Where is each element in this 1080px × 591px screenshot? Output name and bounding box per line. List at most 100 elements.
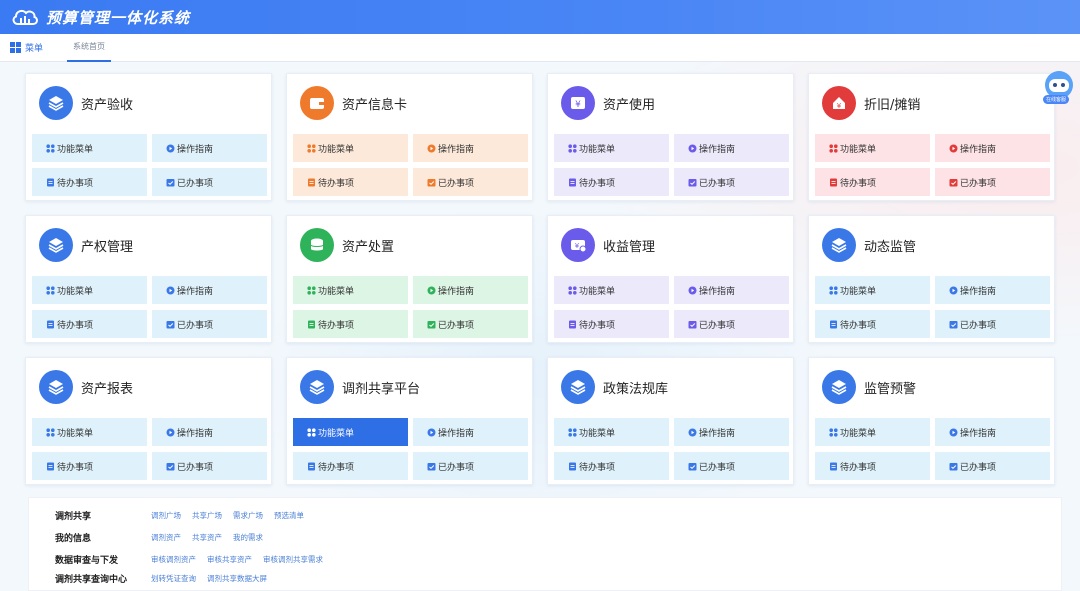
wallet-icon (300, 86, 334, 120)
done-items-button[interactable]: 已办事项 (674, 452, 789, 480)
operation-guide-button[interactable]: 操作指南 (413, 418, 528, 446)
todo-items-button[interactable]: 待办事项 (32, 168, 147, 196)
quick-link[interactable]: 需求广场 (233, 510, 263, 521)
function-menu-button[interactable]: 功能菜单 (554, 134, 669, 162)
module-card-header[interactable]: 资产验收 (39, 86, 133, 120)
function-menu-button[interactable]: 功能菜单 (32, 276, 147, 304)
quick-link[interactable]: 共享广场 (192, 510, 222, 521)
module-card-header[interactable]: ¥ 资产使用 (561, 86, 655, 120)
operation-guide-button[interactable]: 操作指南 (413, 276, 528, 304)
done-items-button[interactable]: 已办事项 (413, 310, 528, 338)
todo-items-button[interactable]: 待办事项 (815, 310, 930, 338)
module-card-header[interactable]: 动态监管 (822, 228, 916, 262)
operation-guide-button[interactable]: 操作指南 (152, 418, 267, 446)
done-items-button[interactable]: 已办事项 (152, 310, 267, 338)
operation-guide-button[interactable]: 操作指南 (152, 134, 267, 162)
todo-items-button[interactable]: 待办事项 (554, 168, 669, 196)
function-menu-button[interactable]: 功能菜单 (815, 134, 930, 162)
play-circle-icon (427, 286, 436, 295)
operation-guide-button[interactable]: 操作指南 (413, 134, 528, 162)
function-menu-button[interactable]: 功能菜单 (293, 276, 408, 304)
operation-guide-label: 操作指南 (699, 428, 736, 439)
done-items-button[interactable]: 已办事项 (935, 310, 1050, 338)
todo-list-icon (568, 462, 577, 471)
operation-guide-button[interactable]: 操作指南 (152, 276, 267, 304)
svg-text:¥: ¥ (575, 100, 581, 110)
function-menu-label: 功能菜单 (840, 428, 877, 439)
module-card-header[interactable]: ¥ 折旧/摊销 (822, 86, 920, 120)
operation-guide-label: 操作指南 (960, 286, 997, 297)
module-card-header[interactable]: 资产信息卡 (300, 86, 407, 120)
tab-home[interactable]: 系统首页 (67, 34, 112, 62)
todo-list-icon (829, 178, 838, 187)
module-card-header[interactable]: 产权管理 (39, 228, 133, 262)
quick-link[interactable]: 我的需求 (233, 532, 263, 543)
quick-link[interactable]: 调剂共享数据大屏 (207, 573, 267, 584)
done-items-button[interactable]: 已办事项 (413, 452, 528, 480)
done-items-button[interactable]: 已办事项 (674, 310, 789, 338)
quick-link[interactable]: 审核调剂资产 (151, 554, 196, 565)
menu-toggle-button[interactable]: 菜单 (10, 41, 43, 54)
todo-items-button[interactable]: 待办事项 (293, 168, 408, 196)
quick-link[interactable]: 划转凭证查询 (151, 573, 196, 584)
todo-items-button[interactable]: 待办事项 (293, 452, 408, 480)
function-menu-label: 功能菜单 (318, 144, 355, 155)
todo-list-icon (307, 320, 316, 329)
module-card-header[interactable]: 政策法规库 (561, 370, 668, 404)
todo-items-button[interactable]: 待办事项 (554, 452, 669, 480)
todo-items-button[interactable]: 待办事项 (32, 452, 147, 480)
done-items-button[interactable]: 已办事项 (152, 168, 267, 196)
apps-icon (307, 143, 316, 153)
module-card-header[interactable]: 调剂共享平台 (300, 370, 420, 404)
todo-items-button[interactable]: 待办事项 (32, 310, 147, 338)
assistant-label: 在线客服 (1043, 95, 1070, 104)
quick-link-row: 调剂共享查询中心 划转凭证查询 调剂共享数据大屏 (55, 572, 278, 585)
function-menu-button[interactable]: 功能菜单 (815, 276, 930, 304)
operation-guide-button[interactable]: 操作指南 (935, 418, 1050, 446)
apps-icon (307, 427, 316, 437)
todo-items-button[interactable]: 待办事项 (554, 310, 669, 338)
function-menu-button[interactable]: 功能菜单 (554, 276, 669, 304)
module-card-title: 资产报表 (81, 381, 134, 397)
function-menu-button[interactable]: 功能菜单 (293, 134, 408, 162)
operation-guide-button[interactable]: 操作指南 (935, 276, 1050, 304)
done-items-button[interactable]: 已办事项 (935, 168, 1050, 196)
quick-link[interactable]: 调剂广场 (151, 510, 181, 521)
function-menu-button[interactable]: 功能菜单 (32, 418, 147, 446)
function-menu-button[interactable]: 功能菜单 (815, 418, 930, 446)
operation-guide-button[interactable]: 操作指南 (935, 134, 1050, 162)
todo-items-label: 待办事项 (840, 462, 877, 473)
todo-items-button[interactable]: 待办事项 (293, 310, 408, 338)
done-items-label: 已办事项 (177, 320, 214, 331)
operation-guide-button[interactable]: 操作指南 (674, 276, 789, 304)
module-card-header[interactable]: 监管预警 (822, 370, 916, 404)
todo-items-label: 待办事项 (579, 462, 616, 473)
layers-icon (39, 86, 73, 120)
function-menu-button[interactable]: 功能菜单 (554, 418, 669, 446)
operation-guide-button[interactable]: 操作指南 (674, 418, 789, 446)
function-menu-button[interactable]: 功能菜单 (293, 418, 408, 446)
todo-items-label: 待办事项 (57, 320, 94, 331)
quick-link[interactable]: 调剂资产 (151, 532, 181, 543)
done-items-button[interactable]: 已办事项 (413, 168, 528, 196)
done-items-button[interactable]: 已办事项 (674, 168, 789, 196)
todo-items-button[interactable]: 待办事项 (815, 168, 930, 196)
operation-guide-button[interactable]: 操作指南 (674, 134, 789, 162)
done-items-button[interactable]: 已办事项 (935, 452, 1050, 480)
tab-bar: 菜单 系统首页 (0, 34, 1080, 62)
module-card: 动态监管功能菜单 操作指南待办事项 已办事项 (808, 215, 1055, 343)
module-card-header[interactable]: 资产处置 (300, 228, 394, 262)
operation-guide-label: 操作指南 (699, 286, 736, 297)
quick-link[interactable]: 审核调剂共享需求 (263, 554, 323, 565)
quick-link[interactable]: 预选清单 (274, 510, 304, 521)
quick-link[interactable]: 审核共享资产 (207, 554, 252, 565)
module-card: 资产验收功能菜单 操作指南 待办事项 已办事项 (25, 73, 272, 201)
quick-link[interactable]: 共享资产 (192, 532, 222, 543)
todo-items-button[interactable]: 待办事项 (815, 452, 930, 480)
module-card-title: 监管预警 (864, 381, 917, 397)
module-card-header[interactable]: ¥ 收益管理 (561, 228, 655, 262)
module-card-header[interactable]: 资产报表 (39, 370, 133, 404)
done-items-button[interactable]: 已办事项 (152, 452, 267, 480)
calendar-check-icon (688, 462, 697, 471)
function-menu-button[interactable]: 功能菜单 (32, 134, 147, 162)
